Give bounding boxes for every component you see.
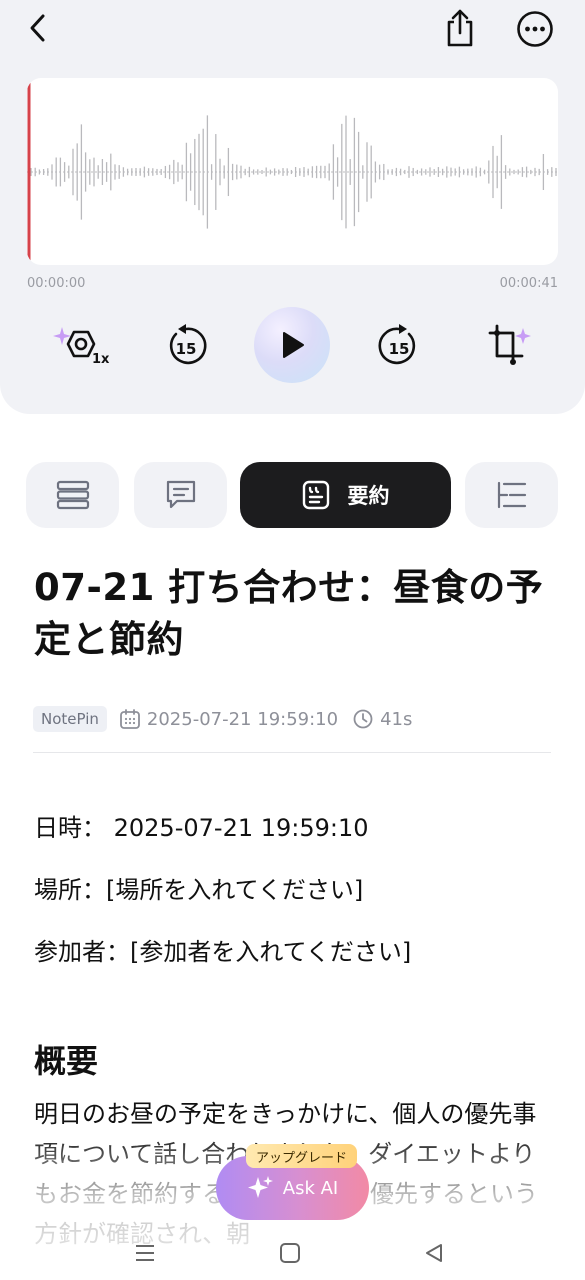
waveform-graph xyxy=(27,78,558,265)
view-tabs: 要約 xyxy=(0,462,585,530)
tab-summary-label: 要約 xyxy=(347,484,390,508)
recording-duration: 41s xyxy=(380,708,413,730)
chat-icon xyxy=(166,480,195,509)
current-time: 00:00:00 xyxy=(27,276,86,291)
field-participants: 参加者：[参加者を入れてください] xyxy=(34,938,412,966)
back-arrow-icon xyxy=(30,14,45,42)
svg-text:15: 15 xyxy=(389,340,410,358)
tab-transcript[interactable] xyxy=(134,462,227,528)
source-badge: NotePin xyxy=(33,706,107,732)
tab-summary[interactable]: 要約 xyxy=(240,462,451,528)
field-place: 場所：[場所を入れてください] xyxy=(34,876,364,904)
share-button[interactable] xyxy=(440,6,480,50)
nav-recents-button[interactable] xyxy=(130,1238,160,1268)
more-icon xyxy=(517,11,553,47)
more-button[interactable] xyxy=(514,8,556,50)
forward-15-icon: 15 xyxy=(378,324,416,365)
upgrade-badge[interactable]: アップグレード xyxy=(246,1144,358,1168)
nav-home-button[interactable] xyxy=(275,1238,305,1268)
share-icon xyxy=(447,9,473,47)
ai-speed-icon: 1x xyxy=(53,327,110,367)
nav-back-button[interactable] xyxy=(419,1238,449,1268)
page-title: 07-21 打ち合わせ：昼食の予定と節約 xyxy=(34,566,544,661)
calendar-icon xyxy=(119,708,141,730)
ask-ai-label: Ask AI xyxy=(282,1177,339,1199)
ai-crop-icon xyxy=(488,324,531,365)
system-nav-bar xyxy=(0,1228,585,1280)
recording-datetime: 2025-07-21 19:59:10 xyxy=(146,708,339,730)
rewind-15-button[interactable]: 15 xyxy=(162,322,210,370)
forward-15-button[interactable]: 15 xyxy=(375,322,423,370)
list-icon xyxy=(56,480,89,510)
sparkle-icon xyxy=(247,1176,273,1198)
svg-text:1x: 1x xyxy=(92,352,110,367)
svg-text:15: 15 xyxy=(176,340,197,358)
rewind-15-icon: 15 xyxy=(169,324,207,365)
ai-speed-button[interactable]: 1x xyxy=(50,322,114,368)
divider xyxy=(33,752,551,753)
total-time: 00:00:41 xyxy=(499,276,558,291)
play-icon xyxy=(283,332,304,358)
clock-icon xyxy=(352,708,374,730)
meta-row: NotePin 2025-07-21 19:59:10 41s xyxy=(33,704,426,734)
menu-icon xyxy=(136,1245,154,1261)
overview-heading: 概要 xyxy=(34,1042,99,1080)
summary-icon xyxy=(302,480,329,510)
home-square-icon xyxy=(280,1243,300,1263)
waveform[interactable] xyxy=(27,78,558,265)
outline-icon xyxy=(497,481,526,509)
play-button[interactable] xyxy=(254,307,330,383)
ai-clip-button[interactable] xyxy=(484,320,534,370)
tab-list-view[interactable] xyxy=(26,462,119,528)
top-bar xyxy=(0,0,585,60)
tab-outline[interactable] xyxy=(465,462,558,528)
field-datetime: 日時： 2025-07-21 19:59:10 xyxy=(34,814,369,842)
back-triangle-icon xyxy=(426,1244,442,1262)
back-button[interactable] xyxy=(20,8,56,48)
player-panel: 00:00:00 00:00:41 1x 15 15 xyxy=(0,0,585,414)
